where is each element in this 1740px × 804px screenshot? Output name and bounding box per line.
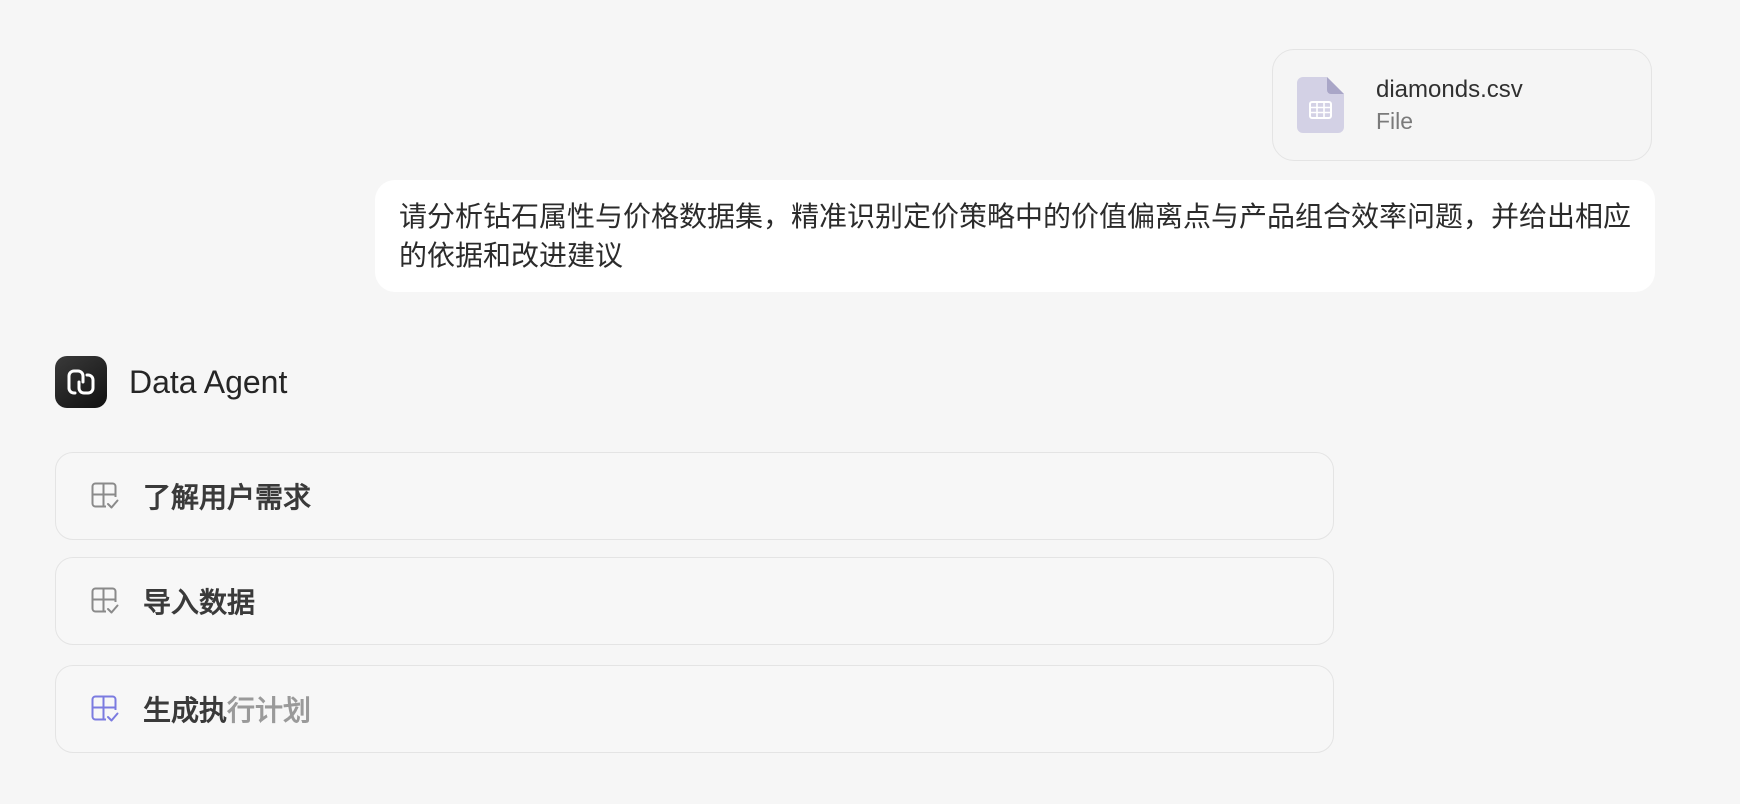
user-message-text: 请分析钻石属性与价格数据集，精准识别定价策略中的价值偏离点与产品组合效率问题，并… [399, 201, 1632, 271]
file-meta: diamonds.csv File [1376, 74, 1523, 136]
step-import-data[interactable]: 导入数据 [55, 557, 1334, 645]
spreadsheet-file-icon [1297, 77, 1344, 133]
layout-check-icon [91, 695, 119, 723]
layout-check-icon [91, 587, 119, 615]
step-label-pending: 行计划 [227, 695, 312, 726]
step-label-active: 生成执 [143, 695, 228, 726]
step-label: 导入数据 [143, 587, 256, 618]
data-agent-logo-icon [55, 356, 107, 408]
user-message-bubble: 请分析钻石属性与价格数据集，精准识别定价策略中的价值偏离点与产品组合效率问题，并… [375, 180, 1655, 292]
file-name: diamonds.csv [1376, 76, 1523, 103]
step-understand-requirements[interactable]: 了解用户需求 [55, 452, 1334, 540]
agent-header: Data Agent [55, 356, 287, 408]
file-attachment-card[interactable]: diamonds.csv File [1272, 49, 1652, 161]
step-generate-plan[interactable]: 生成执行计划 [55, 665, 1334, 753]
step-label: 了解用户需求 [143, 482, 312, 513]
layout-check-icon [91, 482, 119, 510]
step-label: 生成执行计划 [143, 689, 311, 729]
agent-name: Data Agent [129, 363, 288, 400]
file-type: File [1376, 108, 1414, 134]
